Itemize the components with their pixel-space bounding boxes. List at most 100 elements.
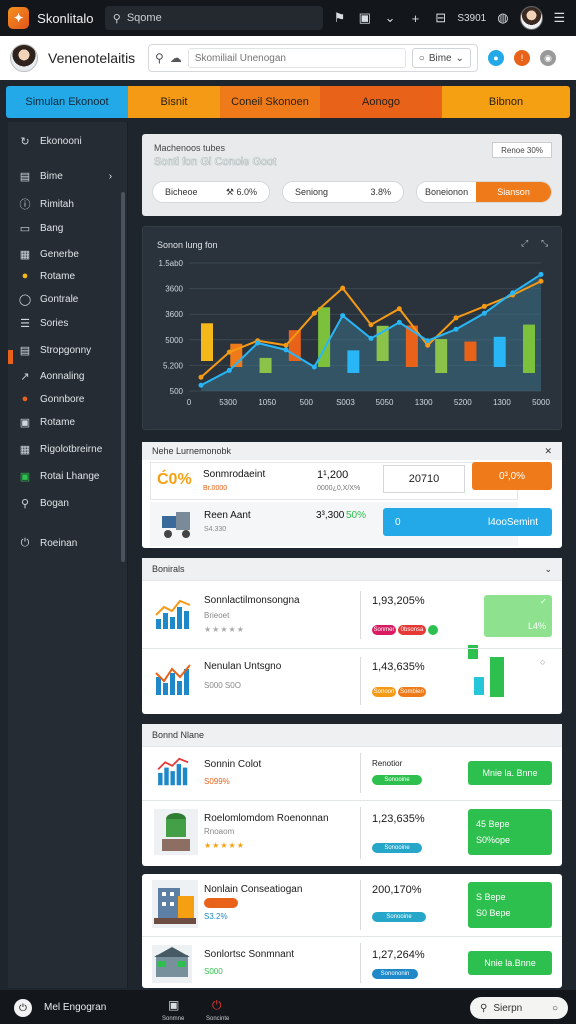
list-item[interactable]: Roelomlomdom Roenonnan Rnoaom ★★★★★ 1,23… [142, 800, 562, 866]
sidebar-item-0[interactable]: ↻ Ekonooni [18, 135, 81, 148]
sidebar-item-13[interactable]: ▣ Rotai Lhange [18, 470, 100, 483]
header-search-bar[interactable]: ⚲ ☁ ○ Bime ⌄ [148, 44, 478, 72]
row-action-button[interactable]: Mnie la. Bnne [468, 761, 552, 785]
sidebar-item-12[interactable]: ▦ Rigolotbreirne [18, 443, 102, 456]
section-title: Bonirals [152, 564, 185, 574]
app-logo-icon[interactable]: ✦ [8, 7, 30, 29]
sidebar-item-15[interactable]: ⏻ Roeinan [18, 537, 78, 550]
sidebar-item-10[interactable]: ● Gonnbore [18, 393, 85, 405]
detail-orange-button[interactable]: 0³,0% [472, 462, 552, 490]
sidebar-item-8[interactable]: ▤ Stropgonny [18, 344, 91, 357]
x-tick-label: 500 [300, 398, 314, 407]
sidebar-item-1[interactable]: ▤ Bime › [18, 170, 112, 183]
filter-select[interactable]: ○ Bime ⌄ [411, 48, 471, 68]
add-icon[interactable]: + [407, 11, 424, 26]
top-code: S3901 [457, 12, 487, 24]
summary-pill-3[interactable]: Boneionon Sianson [416, 181, 552, 203]
list-item[interactable]: Sonlortsc Sonmnant S000 1,27,264% Sonono… [142, 936, 562, 988]
sidebar-item-5[interactable]: ● Rotame [18, 270, 75, 282]
profile-avatar[interactable] [10, 44, 38, 72]
location-pin-icon[interactable]: ⚑ [331, 10, 348, 26]
box-line-1: 45 Bepe [476, 819, 510, 829]
line-series-blue-point [283, 347, 289, 353]
chart-bar [523, 324, 535, 373]
list-item[interactable]: Nonlain Conseatiogan S3.2% 200,170% Sono… [142, 874, 562, 936]
y-tick-label: 500 [170, 387, 184, 396]
power-icon[interactable]: ◍ [494, 10, 511, 26]
row-action-button[interactable]: Nnie la.Bnne [468, 951, 552, 975]
sidebar-scrollbar[interactable] [121, 192, 125, 562]
mini-bar [490, 657, 504, 697]
chart-bar [464, 341, 477, 361]
list-item[interactable]: Nenulan Untsgno S000 S0O 1,43,635% Sonoo… [142, 648, 562, 714]
alert-icon[interactable]: ! [514, 50, 530, 66]
line-series-blue-point [198, 382, 204, 388]
sidebar-item-4[interactable]: ▦ Generbe [18, 248, 79, 261]
y-tick-label: 3600 [165, 285, 183, 294]
box-text: L4% [527, 621, 546, 631]
info-icon: ⓘ [19, 199, 31, 211]
detail-value-box[interactable]: 20710 [383, 465, 465, 493]
sidebar-item-7[interactable]: ☰ Sories [18, 317, 68, 330]
summary-percent-box[interactable]: Renoe 30% [492, 142, 552, 158]
star-rating-icon: ★★★★★ [204, 841, 245, 850]
row-action-box[interactable]: 45 Bepe S0%ope [468, 809, 552, 855]
divider [360, 591, 361, 639]
window-icon[interactable]: ⊟ [432, 10, 449, 26]
row-action-box[interactable]: S Bepe S0 Bepe [468, 882, 552, 928]
row-value: 1,93,205% [372, 595, 425, 607]
chevron-right-icon: › [108, 171, 113, 182]
bottom-search[interactable]: ⚲ Sierpn ○ [470, 997, 568, 1019]
sidebar-item-3[interactable]: ▭ Bang [18, 222, 64, 235]
top-search-field[interactable]: ⚲ Sqome [104, 6, 323, 30]
tab-3[interactable]: Coneil Skonoen [220, 86, 320, 118]
row-value: 1,43,635% [372, 661, 425, 673]
menu-icon[interactable]: ☰ [551, 10, 568, 26]
detail-blue-button[interactable]: 0 l4ooSemint [383, 508, 552, 536]
summary-pill-2[interactable]: Seniong 3.8% [282, 181, 404, 203]
detail-row-1[interactable]: Ć0% Sonmrodaeint Br.0000 1¹,200 0000¿0,X… [150, 462, 518, 500]
sidebar-item-label: Rotai Lhange [40, 471, 100, 482]
bar-chart-icon [155, 599, 191, 629]
radio-icon[interactable]: ○ [540, 657, 545, 667]
row-value: 1,27,264% [372, 949, 425, 961]
calculator-icon[interactable]: ▣ [168, 998, 179, 1012]
divider [360, 657, 361, 705]
media-icon[interactable]: ▣ [356, 10, 373, 26]
tab-1[interactable]: Simulan Ekonoot [6, 86, 128, 118]
chevron-down-icon[interactable]: ⌄ [381, 10, 398, 26]
line-series-orange-point [453, 315, 459, 321]
sidebar-item-2[interactable]: ⓘ Rimitah [18, 196, 74, 212]
row-tag: Sonmer [372, 625, 396, 635]
summary-pill-1[interactable]: Bicheoe ⚒ 6.0% [152, 181, 270, 203]
tab-2[interactable]: Bisnit [128, 86, 220, 118]
sidebar-item-11[interactable]: ▣ Rotame [18, 416, 75, 429]
close-icon[interactable]: ✕ [544, 446, 552, 457]
radio-icon: ○ [551, 1002, 558, 1014]
row-tag: Sonoon [372, 687, 396, 697]
sidebar-item-label: Rotame [40, 270, 76, 282]
page-title: Venenotelaitis [48, 50, 136, 66]
user-avatar[interactable] [519, 6, 543, 30]
y-tick-label: 1.5ab0 [159, 259, 184, 268]
power-icon[interactable]: ⏻ [14, 999, 32, 1017]
x-tick-label: 0 [187, 398, 192, 407]
line-series-blue-point [396, 319, 402, 325]
account-icon[interactable]: ◉ [540, 50, 556, 66]
power-icon[interactable]: ⏻ [212, 998, 222, 1013]
collapse-icon[interactable]: ⌄ [544, 564, 552, 575]
sidebar-item-6[interactable]: ◯ Gontrale [18, 293, 79, 306]
search-icon: ⚲ [480, 1002, 488, 1014]
tab-5[interactable]: Bibnon [442, 86, 570, 118]
line-series-orange-point [311, 310, 317, 316]
tab-4[interactable]: Aonogo [320, 86, 442, 118]
list-item[interactable]: Sonnlactilmonsongna Brieoet ★★★★★ 1,93,2… [142, 580, 562, 659]
detail-row1-value: 1¹,200 [317, 469, 349, 481]
sidebar-item-14[interactable]: ⚲ Bogan [18, 497, 69, 510]
search-input[interactable] [187, 48, 406, 68]
list-item[interactable]: Sonnin Colot S099% Renotior Sonooine Mni… [142, 746, 562, 798]
coin-icon: ● [21, 270, 29, 282]
sidebar-item-9[interactable]: ↗ Aonnaling [18, 370, 84, 383]
list-icon: ☰ [20, 318, 30, 330]
notification-icon[interactable]: ● [488, 50, 504, 66]
